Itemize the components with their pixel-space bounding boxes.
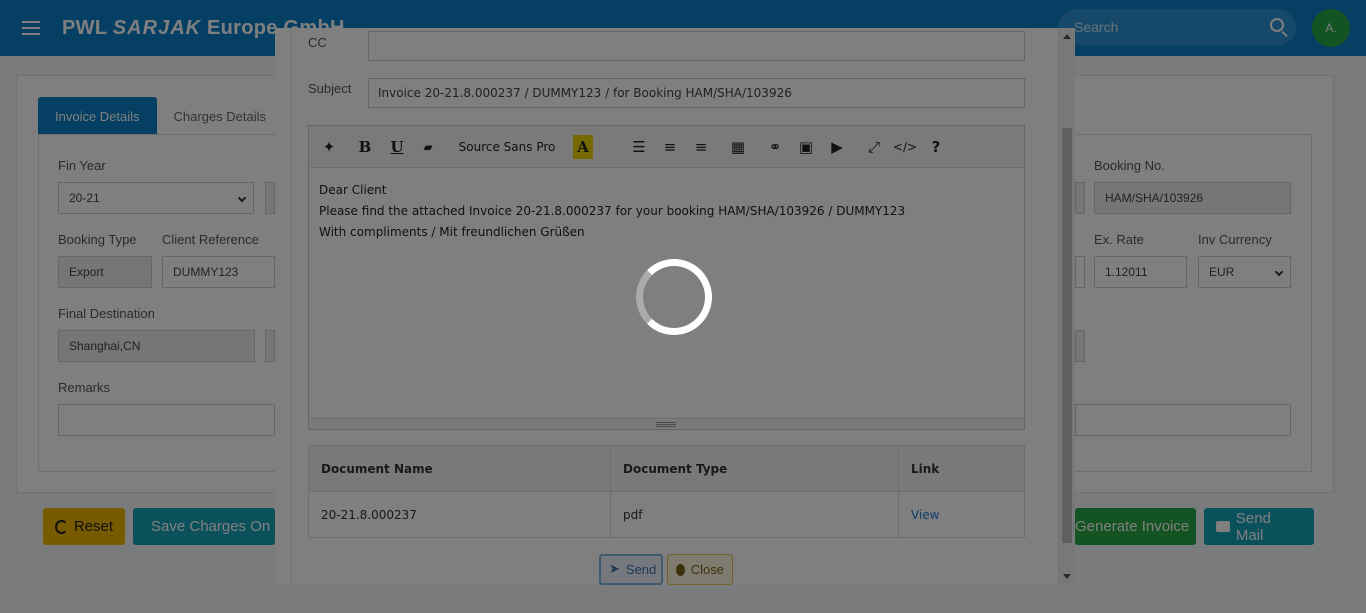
send-mail-modal: CC Subject Invoice 20-21.8.000237 / DUMM… (275, 28, 1075, 585)
loading-spinner-icon (636, 259, 712, 335)
loading-overlay (275, 28, 1075, 585)
